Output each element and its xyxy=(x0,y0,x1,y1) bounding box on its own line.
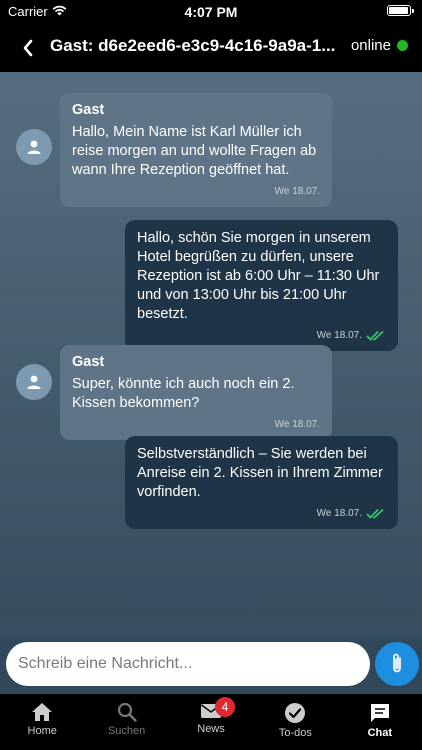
message-meta: We 18.07. xyxy=(72,182,320,201)
tab-news[interactable]: 4 News xyxy=(169,694,253,750)
back-button[interactable] xyxy=(14,34,42,62)
clock: 4:07 PM xyxy=(184,4,238,20)
tab-label: Suchen xyxy=(107,725,146,737)
tab-home[interactable]: Home xyxy=(0,694,84,750)
battery-tip xyxy=(412,8,414,13)
message-meta: We 18.07. xyxy=(72,415,320,434)
message-meta: We 18.07. xyxy=(137,504,386,523)
message-bubble[interactable]: Gast Hallo, Mein Name ist Karl Müller ic… xyxy=(60,93,332,207)
tab-label: Home xyxy=(27,725,57,737)
composer-bar xyxy=(0,638,422,694)
online-dot-icon xyxy=(397,40,408,51)
home-icon xyxy=(32,703,53,721)
message-meta: We 18.07. xyxy=(137,326,386,345)
search-icon xyxy=(117,702,137,722)
message-time: We 18.07. xyxy=(316,330,362,341)
tab-label: To-dos xyxy=(278,727,312,739)
message-text: Super, könnte ich auch noch ein 2. Kisse… xyxy=(72,376,295,411)
tab-search[interactable]: Suchen xyxy=(84,694,168,750)
message-time: We 18.07. xyxy=(316,508,362,519)
tab-label: Chat xyxy=(367,727,393,739)
message-bubble[interactable]: Gast Super, könnte ich auch noch ein 2. … xyxy=(60,345,332,440)
chevron-left-icon xyxy=(23,39,33,57)
guest-avatar[interactable] xyxy=(16,129,52,165)
tab-todos[interactable]: To-dos xyxy=(253,694,337,750)
tab-label: News xyxy=(197,723,225,735)
chat-screen: Carrier 4:07 PM Gast: d6e2eed6-e3c9-4c16… xyxy=(0,0,422,750)
message-bubble[interactable]: Hallo, schön Sie morgen in unserem Hotel… xyxy=(125,220,398,351)
read-receipt-icon xyxy=(366,508,384,519)
navigation-bar: Gast: d6e2eed6-e3c9-4c16-9a9a-1... onlin… xyxy=(0,24,422,72)
message-text: Hallo, Mein Name ist Karl Müller ich rei… xyxy=(72,124,317,178)
message-sender: Gast xyxy=(72,354,105,370)
message-sender: Gast xyxy=(72,102,105,118)
check-circle-icon xyxy=(285,703,306,723)
person-icon xyxy=(27,140,41,154)
guest-avatar[interactable] xyxy=(16,364,52,400)
person-icon xyxy=(27,375,41,389)
presence-label: online xyxy=(350,37,391,54)
battery-fill xyxy=(389,7,408,14)
chat-icon xyxy=(370,704,389,722)
attach-button[interactable] xyxy=(375,642,419,686)
tab-chat[interactable]: Chat xyxy=(338,694,422,750)
message-text: Hallo, schön Sie morgen in unserem Hotel… xyxy=(137,230,380,322)
battery-indicator xyxy=(387,5,414,16)
tab-bar: Home Suchen 4 News To-dos Chat xyxy=(0,694,422,750)
battery-icon xyxy=(387,5,411,16)
message-time: We 18.07. xyxy=(274,419,320,430)
status-bar: Carrier 4:07 PM xyxy=(0,0,422,24)
message-input[interactable] xyxy=(6,642,370,686)
message-text: Selbstverständlich – Sie werden bei Anre… xyxy=(137,446,383,500)
paperclip-icon xyxy=(393,653,401,673)
chat-title: Gast: d6e2eed6-e3c9-4c16-9a9a-1... xyxy=(50,36,336,55)
news-badge: 4 xyxy=(215,697,236,717)
message-bubble[interactable]: Selbstverständlich – Sie werden bei Anre… xyxy=(125,436,398,529)
message-time: We 18.07. xyxy=(274,186,320,197)
message-list[interactable]: Gast Hallo, Mein Name ist Karl Müller ic… xyxy=(0,72,422,638)
read-receipt-icon xyxy=(366,330,384,341)
presence-status: online xyxy=(351,37,408,54)
